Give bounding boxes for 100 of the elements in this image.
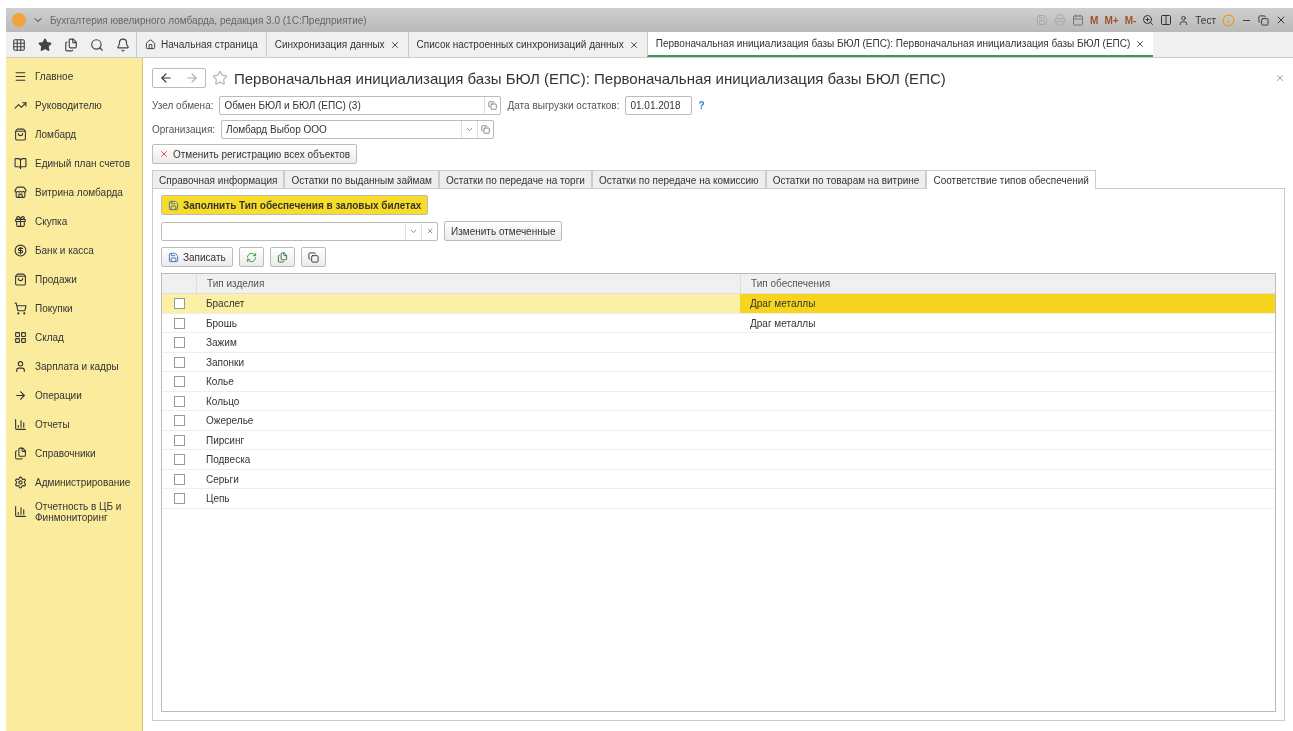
table-cell-text: Запонки [205,355,246,370]
checkbox[interactable] [174,298,185,309]
clear-icon[interactable] [425,227,434,235]
star-icon[interactable] [38,37,52,52]
person-icon [14,360,27,373]
table-cell-text: Ожерелье [205,414,255,428]
dropdown-field[interactable] [161,221,438,241]
cancel-registration-button[interactable]: Отменить регистрацию всех объектов [152,144,358,164]
user-name[interactable]: Тест [1195,14,1216,26]
tab-label: Список настроенных синхронизаций данных [416,39,624,50]
table-cell: Драг металлы [740,294,1275,313]
form-tab[interactable]: Остатки по передаче на торги [438,170,592,188]
form-title: Первоначальная инициализация базы БЮЛ (ЕПС): Первоначальная инициализация базы БЮЛ (ЕПС) [234,69,947,87]
close-icon[interactable] [389,39,400,50]
form-tab[interactable]: Справочная информация [152,170,285,188]
form-tab[interactable]: Соответствие типов обеспечений [926,170,1096,189]
dropdown-icon[interactable] [465,125,475,134]
sidebar-item[interactable]: Справочники [6,439,142,468]
table-cell-text: Серьги [205,472,240,487]
user-icon [1178,14,1190,26]
input-field[interactable]: Ломбард Выбор ООО [221,120,495,139]
check-all-button[interactable] [269,247,295,267]
table-cell-text: Зажим [205,336,238,350]
sidebar-item[interactable]: Склад [6,323,142,352]
close-icon[interactable] [628,39,639,50]
checkbox[interactable] [174,356,185,368]
bell-icon[interactable] [116,37,130,52]
save-button[interactable]: Записать [161,247,233,267]
table-row[interactable]: Браслет Драг металлы [162,294,1275,314]
star-icon[interactable] [212,70,228,86]
search-icon[interactable] [90,37,104,52]
form-tab[interactable]: Остатки по передаче на комиссию [591,170,766,188]
open-icon[interactable] [481,125,491,134]
open-icon[interactable] [488,101,498,110]
sidebar-item[interactable]: Скупка [6,207,142,236]
column-header[interactable]: Тип обеспечения [740,274,1275,293]
copy-button[interactable] [300,247,326,267]
sidebar-item[interactable]: Руководителю [6,91,142,120]
checkbox[interactable] [174,434,185,446]
sidebar-item[interactable]: Продажи [6,265,142,294]
sidebar-item[interactable]: Ломбард [6,120,142,149]
input-field[interactable]: Обмен БЮЛ и БЮЛ (ЕПС) (3) [219,96,502,115]
sidebar-item[interactable]: Покупки [6,294,142,323]
gift-icon [14,215,27,228]
page-tab[interactable]: Первоначальная инициализация базы БЮЛ (ЕПС): Первоначальная инициализация базы БЮЛ (ЕПС) [646,32,1154,57]
form-tab[interactable]: Остатки по товарам на витрине [765,170,927,188]
table-cell-text: Кольцо [205,394,241,409]
logo-icon [12,13,26,27]
sidebar-item[interactable]: Главное [6,62,142,91]
table-cell-text: Драг металлы [749,316,817,331]
bar-chart-icon [14,505,27,518]
fill-button[interactable]: Заполнить Тип обеспечения в заловых билетах [161,195,429,215]
change-marked-button[interactable]: Изменить отмеченные [444,221,563,241]
copy-icon [307,251,319,263]
refresh-button[interactable] [238,247,264,267]
close-icon[interactable] [1275,14,1287,26]
calendar-icon[interactable] [1072,14,1085,26]
table-cell-text: Брошь [205,316,238,331]
coin-icon [14,244,27,257]
table-cell-text: Колье [205,375,235,389]
sidebar-item[interactable]: Операции [6,381,142,410]
checkbox[interactable] [174,454,185,465]
checkbox[interactable] [174,473,185,485]
apps-icon[interactable] [12,37,26,52]
sidebar-item[interactable]: Отчеты [6,410,142,439]
checkbox[interactable] [174,415,185,426]
help-link[interactable]: ? [698,100,705,111]
store-icon [14,186,27,199]
columns-icon[interactable] [1160,14,1173,26]
sidebar-item[interactable]: Отчетность в ЦБ и Финмониторинг [6,497,142,526]
form-tab[interactable]: Остатки по выданным займам [284,170,439,188]
table-cell-text: Цепь [205,492,231,506]
checkbox[interactable] [174,395,185,407]
table-cell-text: Подвеска [205,453,252,467]
restore-icon[interactable] [1258,14,1269,26]
checkbox[interactable] [174,317,185,329]
checkbox[interactable] [174,337,185,348]
checkbox[interactable] [174,376,185,387]
home-icon [145,39,156,50]
save-icon [168,199,179,211]
field-label: Организация: [152,124,216,135]
column-header[interactable]: Тип изделия [196,274,740,293]
close-icon[interactable] [1135,38,1146,49]
tab-label: Начальная страница [161,39,258,50]
field-label: Дата выгрузки остатков: [507,100,620,111]
back-icon[interactable] [159,71,173,85]
forward-icon[interactable] [185,71,199,85]
zoom-icon[interactable] [1142,14,1155,26]
book-icon [14,157,27,170]
documents-icon [14,447,27,460]
sidebar-item[interactable]: Банк и касса [6,236,142,265]
tab-label: Первоначальная инициализация базы БЮЛ (ЕПС): Первоначальная инициализация базы БЮЛ (ЕПС) [655,38,1131,49]
sidebar-item[interactable]: Зарплата и кадры [6,352,142,381]
sidebar-item[interactable]: Витрина ломбарда [6,178,142,207]
sidebar-item[interactable]: Единый план счетов [6,149,142,178]
refresh-icon [245,251,257,263]
checkbox[interactable] [174,493,185,504]
sidebar-item[interactable]: Администрирование [6,468,142,497]
date-field[interactable]: 01.01.2018 [625,96,693,115]
window-title: Бухгалтерия ювелирного ломбарда, редакция 3.0 (1С:Предприятие) [50,14,368,26]
